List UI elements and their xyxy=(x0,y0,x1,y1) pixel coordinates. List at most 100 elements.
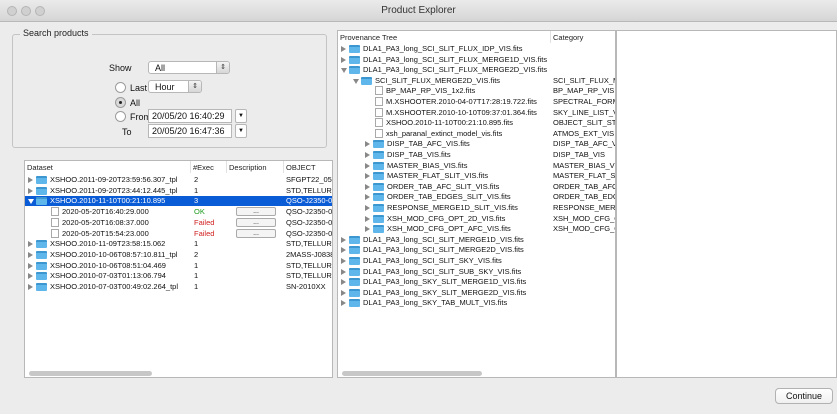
provenance-row[interactable]: DLA1_PA3_long_SCI_SLIT_FLUX_MERGE1D_VIS.… xyxy=(338,55,615,65)
provenance-row[interactable]: MASTER_FLAT_SLIT_VIS.fits MASTER_FLAT_SLI… xyxy=(338,171,615,181)
exec-count: 1 xyxy=(194,282,199,291)
disclosure-closed-icon[interactable] xyxy=(28,251,33,258)
provenance-row[interactable]: DLA1_PA3_long_SCI_SLIT_FLUX_MERGE2D_VIS.… xyxy=(338,65,615,75)
disclosure-closed-icon[interactable] xyxy=(28,241,33,248)
disclosure-closed-icon[interactable] xyxy=(28,284,33,290)
provenance-horizontal-scrollbar[interactable] xyxy=(342,371,482,376)
column-header-dataset[interactable]: Dataset xyxy=(25,161,191,173)
all-radio[interactable] xyxy=(115,97,126,108)
description-edit-button[interactable]: ... xyxy=(236,228,276,238)
disclosure-closed-icon[interactable] xyxy=(341,258,346,264)
disclosure-closed-icon[interactable] xyxy=(28,262,33,269)
disclosure-closed-icon[interactable] xyxy=(341,56,346,63)
column-header-exec[interactable]: #Exec xyxy=(191,161,227,173)
provenance-row[interactable]: DLA1_PA3_long_SKY_TAB_MULT_VIS.fits xyxy=(338,298,615,308)
dataset-row[interactable]: XSHOO.2010-11-10T00:21:10.895 3 QSO-J2350-… xyxy=(25,196,332,207)
provenance-row[interactable]: XSH_MOD_CFG_OPT_AFC_VIS.fits XSH_MOD_CFG_… xyxy=(338,224,615,234)
provenance-row[interactable]: DLA1_PA3_long_SKY_SLIT_MERGE2D_VIS.fits xyxy=(338,288,615,298)
provenance-row[interactable]: DISP_TAB_AFC_VIS.fits DISP_TAB_AFC_VIS xyxy=(338,139,615,149)
dataset-row[interactable]: XSHOO.2011-09-20T23:59:56.307_tpl 2 SFGPT2… xyxy=(25,175,332,185)
provenance-tree[interactable]: Provenance Tree Category DLA1_PA3_long_S… xyxy=(337,30,616,378)
execution-row[interactable]: 2020-05-20T16:08:37.000 Failed... QSO-J235… xyxy=(25,217,332,228)
disclosure-open-icon[interactable] xyxy=(28,199,34,205)
disclosure-closed-icon[interactable] xyxy=(28,177,33,183)
dataset-row[interactable]: XSHOO.2011-09-20T23:44:12.445_tpl 1 STD,TE… xyxy=(25,185,332,196)
description-edit-button[interactable]: ... xyxy=(236,217,276,227)
disclosure-closed-icon[interactable] xyxy=(341,236,346,243)
to-date-dropdown[interactable]: ▼ xyxy=(235,124,247,138)
from-date-field[interactable]: 20/05/20 16:40:29 xyxy=(148,109,232,123)
continue-button[interactable]: Continue xyxy=(775,388,833,404)
disclosure-closed-icon[interactable] xyxy=(365,141,370,148)
provenance-row[interactable]: XSH_MOD_CFG_OPT_2D_VIS.fits XSH_MOD_CFG_O… xyxy=(338,214,615,224)
disclosure-closed-icon[interactable] xyxy=(341,268,346,275)
execution-row[interactable]: 2020-05-20T16:40:29.000 OK... QSO-J2350-0 xyxy=(25,207,333,217)
provenance-row[interactable]: BP_MAP_RP_VIS_1x2.fits BP_MAP_RP_VIS xyxy=(338,86,615,96)
provenance-row[interactable]: M.XSHOOTER.2010-04-07T17:28:19.722.fits S… xyxy=(338,97,615,107)
provenance-row[interactable]: XSHOO.2010-11-10T00:21:10.895.fits OBJECT… xyxy=(338,118,615,128)
dataset-row[interactable]: XSHOO.2010-07-03T01:13:06.794 1 STD,TELLUR… xyxy=(25,271,332,281)
dataset-row[interactable]: XSHOO.2010-07-03T00:49:02.264_tpl 1 SN-201… xyxy=(25,282,332,292)
disclosure-closed-icon[interactable] xyxy=(28,187,33,194)
show-select[interactable]: All ⇕ xyxy=(148,61,230,74)
provenance-row[interactable]: RESPONSE_MERGE1D_SLIT_VIS.fits RESPONSE_M… xyxy=(338,203,615,213)
exec-count: 2 xyxy=(194,175,199,184)
column-header-object[interactable]: OBJECT xyxy=(284,161,332,173)
provenance-file-name: DLA1_PA3_long_SCI_SLIT_MERGE1D_VIS.fits xyxy=(363,234,524,244)
column-header-description[interactable]: Description xyxy=(227,161,284,173)
column-header-provenance-tree[interactable]: Provenance Tree xyxy=(338,31,551,43)
provenance-row[interactable]: DLA1_PA3_long_SCI_SLIT_MERGE2D_VIS.fits xyxy=(338,245,615,255)
disclosure-closed-icon[interactable] xyxy=(365,194,370,201)
provenance-row[interactable]: DISP_TAB_VIS.fits DISP_TAB_VIS xyxy=(338,150,615,160)
to-date-field[interactable]: 20/05/20 16:47:36 xyxy=(148,124,232,138)
disclosure-closed-icon[interactable] xyxy=(365,162,370,169)
disclosure-closed-icon[interactable] xyxy=(365,205,370,211)
disclosure-closed-icon[interactable] xyxy=(341,46,346,52)
from-radio[interactable] xyxy=(115,111,126,122)
disclosure-closed-icon[interactable] xyxy=(341,289,346,296)
provenance-row[interactable]: DLA1_PA3_long_SCI_SLIT_SUB_SKY_VIS.fits xyxy=(338,267,615,277)
disclosure-closed-icon[interactable] xyxy=(365,215,370,222)
dataset-row[interactable]: XSHOO.2010-10-06T08:51:04.469 1 STD,TELLUR… xyxy=(25,261,332,271)
column-header-category[interactable]: Category xyxy=(551,31,615,43)
provenance-row[interactable]: DLA1_PA3_long_SCI_SLIT_SKY_VIS.fits xyxy=(338,256,615,266)
provenance-row[interactable]: M.XSHOOTER.2010-10-10T09:37:01.364.fits S… xyxy=(338,107,615,118)
dataset-horizontal-scrollbar[interactable] xyxy=(29,371,152,376)
execution-row[interactable]: 2020-05-20T15:54:23.000 Failed... QSO-J235… xyxy=(25,228,332,239)
disclosure-open-icon[interactable] xyxy=(341,68,347,74)
from-date-dropdown[interactable]: ▼ xyxy=(235,109,247,123)
dataset-row[interactable]: XSHOO.2010-10-06T08:57:10.811_tpl 2 2MASS-… xyxy=(25,250,332,260)
provenance-row[interactable]: ORDER_TAB_AFC_SLIT_VIS.fits ORDER_TAB_AFC… xyxy=(338,182,615,192)
provenance-row[interactable]: SCI_SLIT_FLUX_MERGE2D_VIS.fits SCI_SLIT_F… xyxy=(338,76,615,86)
last-unit-value: Hour xyxy=(155,82,175,92)
disclosure-closed-icon[interactable] xyxy=(341,247,346,254)
last-radio[interactable] xyxy=(115,82,126,93)
provenance-row[interactable]: ORDER_TAB_EDGES_SLIT_VIS.fits ORDER_TAB_E… xyxy=(338,192,615,202)
disclosure-closed-icon[interactable] xyxy=(365,173,370,180)
provenance-row[interactable]: MASTER_BIAS_VIS.fits MASTER_BIAS_VIS xyxy=(338,161,615,171)
provenance-category: ATMOS_EXT_VIS xyxy=(553,128,615,138)
description-edit-button[interactable]: ... xyxy=(236,207,276,217)
exec-count: 1 xyxy=(194,185,199,195)
disclosure-closed-icon[interactable] xyxy=(341,300,346,307)
disclosure-closed-icon[interactable] xyxy=(28,273,33,280)
disclosure-closed-icon[interactable] xyxy=(365,152,370,158)
provenance-row[interactable]: DLA1_PA3_long_SCI_SLIT_FLUX_IDP_VIS.fits xyxy=(338,44,615,54)
dataset-name: XSHOO.2010-07-03T00:49:02.264_tpl xyxy=(50,282,179,291)
folder-icon xyxy=(349,257,360,265)
last-unit-select[interactable]: Hour ⇕ xyxy=(148,80,202,93)
provenance-row[interactable]: xsh_paranal_extinct_model_vis.fits ATMOS_… xyxy=(338,128,615,139)
disclosure-closed-icon[interactable] xyxy=(365,183,370,190)
disclosure-closed-icon[interactable] xyxy=(341,279,346,286)
object-name: QSO-J2350-0 xyxy=(286,207,333,217)
provenance-file-name: DLA1_PA3_long_SCI_SLIT_FLUX_IDP_VIS.fits xyxy=(363,44,523,53)
dataset-row[interactable]: XSHOO.2010-11-09T23:58:15.062 1 STD,TELLUR… xyxy=(25,239,332,249)
provenance-row[interactable]: DLA1_PA3_long_SKY_SLIT_MERGE1D_VIS.fits xyxy=(338,277,615,287)
dataset-table[interactable]: Dataset #Exec Description OBJECT XSHOO.2… xyxy=(24,160,333,378)
disclosure-closed-icon[interactable] xyxy=(365,226,370,233)
provenance-row[interactable]: DLA1_PA3_long_SCI_SLIT_MERGE1D_VIS.fits xyxy=(338,234,615,245)
provenance-file-name: M.XSHOOTER.2010-10-10T09:37:01.364.fits xyxy=(386,107,537,117)
disclosure-open-icon[interactable] xyxy=(353,78,359,84)
dataset-name: XSHOO.2011-09-20T23:59:56.307_tpl xyxy=(50,175,178,184)
folder-icon xyxy=(373,140,384,149)
